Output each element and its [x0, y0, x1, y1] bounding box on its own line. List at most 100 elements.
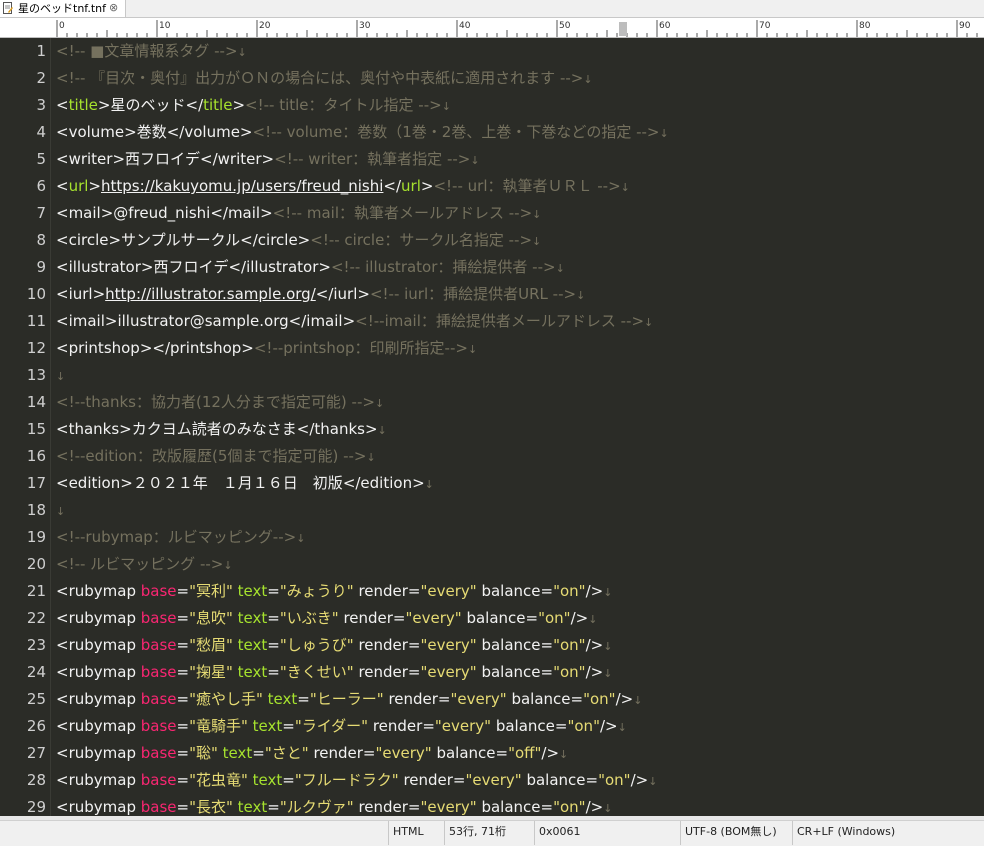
line-content: <imail>illustrator@sample.org</imail><!-… — [56, 308, 653, 336]
line-number: 21 — [26, 582, 46, 600]
ruler-label: 70 — [759, 21, 771, 31]
code-token: = — [267, 582, 280, 600]
code-token: base — [140, 636, 177, 654]
line-content: <rubymap base="花虫竜" text="フルードラク" render… — [56, 767, 657, 795]
line-content: <edition>２０２１年 １月１６日 初版</edition>↓ — [56, 470, 434, 498]
code-line[interactable]: 21 <rubymap base="冥利" text="みょうり" render=… — [0, 578, 984, 605]
line-number: 11 — [26, 312, 46, 330]
code-token: = — [267, 798, 280, 816]
code-token: render= — [338, 609, 406, 627]
code-line[interactable]: 3 <title>星のベッド</title><!-- title：タイトル指定 -… — [0, 92, 984, 119]
eol-marker: ↓ — [617, 721, 627, 734]
code-line[interactable]: 2 <!-- 『目次・奥付』出力がＯＮの場合には、奥付や中表紙に適用されます --… — [0, 65, 984, 92]
code-line[interactable]: 7 <mail>@freud_nishi</mail><!-- mail：執筆者メ… — [0, 200, 984, 227]
eol-marker: ↓ — [56, 370, 66, 383]
code-line[interactable]: 25 <rubymap base="癒やし手" text="ヒーラー" rende… — [0, 686, 984, 713]
code-line[interactable]: 19 <!--rubymap：ルビマッピング-->↓ — [0, 524, 984, 551]
line-content: <rubymap base="聡" text="さと" render="ever… — [56, 740, 568, 768]
ruler-cursor-marker — [619, 22, 627, 36]
code-line[interactable]: 29 <rubymap base="長衣" text="ルクヴァ" render=… — [0, 794, 984, 816]
code-token: "on" — [553, 582, 586, 600]
code-line[interactable]: 14 <!--thanks：協力者(12人分まで指定可能) -->↓ — [0, 389, 984, 416]
code-token: "聡" — [189, 744, 218, 762]
code-line[interactable]: 23 <rubymap base="愁眉" text="しゅうび" render=… — [0, 632, 984, 659]
line-content: <illustrator>西フロイデ</illustrator><!-- ill… — [56, 254, 565, 282]
code-line[interactable]: 22 <rubymap base="息吹" text="いぶき" render="… — [0, 605, 984, 632]
eol-marker: ↓ — [377, 424, 387, 437]
code-line[interactable]: 4 <volume>巻数</volume><!-- volume：巻数（1巻・2巻… — [0, 119, 984, 146]
ruler-label: 40 — [459, 21, 471, 31]
code-token: > — [232, 96, 246, 114]
text-editor[interactable]: 1 <!-- ■文章情報系タグ -->↓ 2 <!-- 『目次・奥付』出力がＯＮの場合… — [0, 38, 984, 816]
code-token: <!-- 『目次・奥付』出力がＯＮの場合には、奥付や中表紙に適用されます --> — [56, 69, 584, 87]
eol-marker: ↓ — [532, 235, 542, 248]
code-token: <writer> — [56, 150, 126, 168]
code-token: title — [68, 96, 98, 114]
code-token: text — [237, 636, 268, 654]
tab-file[interactable]: 星のベッドtnf.tnf ⊗ — [0, 0, 126, 17]
code-token: balance= — [476, 798, 554, 816]
code-token: = — [176, 771, 190, 789]
code-token: = — [176, 798, 190, 816]
line-content: ↓ — [56, 497, 65, 525]
line-number: 10 — [26, 285, 46, 303]
code-line[interactable]: 17 <edition>２０２１年 １月１６日 初版</edition>↓ — [0, 470, 984, 497]
eol-marker: ↓ — [374, 397, 385, 410]
line-number: 17 — [26, 474, 46, 492]
code-line[interactable]: 6 <url>https://kakuyomu.jp/users/freud_ni… — [0, 173, 984, 200]
code-token: <!--imail：挿絵提供者メールアドレス --> — [355, 312, 645, 330]
code-line[interactable]: 27 <rubymap base="聡" text="さと" render="ev… — [0, 740, 984, 767]
eol-marker: ↓ — [366, 451, 376, 464]
code-line[interactable]: 15 <thanks>カクヨム読者のみなさま</thanks>↓ — [0, 416, 984, 443]
code-line[interactable]: 16 <!--edition：改版履歴(5個まで指定可能) -->↓ — [0, 443, 984, 470]
line-number: 13 — [26, 366, 46, 384]
code-token: 巻数 — [136, 123, 167, 141]
ruler-label: 10 — [159, 21, 171, 31]
code-line[interactable]: 18 ↓ — [0, 497, 984, 524]
code-line[interactable]: 1 <!-- ■文章情報系タグ -->↓ — [0, 38, 984, 65]
line-content: <rubymap base="癒やし手" text="ヒーラー" render=… — [56, 686, 642, 714]
line-number: 19 — [26, 528, 46, 546]
code-line[interactable]: 5 <writer>西フロイデ</writer><!-- writer：執筆者指定… — [0, 146, 984, 173]
code-token: <!--printshop：印刷所指定--> — [253, 339, 468, 357]
code-line[interactable]: 11 <imail>illustrator@sample.org</imail><… — [0, 308, 984, 335]
code-token: "ライダー" — [294, 717, 369, 735]
line-content: <rubymap base="掬星" text="きくせい" render="e… — [56, 659, 612, 687]
eol-marker: ↓ — [603, 586, 613, 599]
close-tab-icon[interactable]: ⊗ — [109, 0, 118, 15]
code-token: </circle> — [240, 231, 311, 249]
line-content: <mail>@freud_nishi</mail><!-- mail：執筆者メー… — [56, 200, 541, 228]
status-mode[interactable]: HTML — [388, 821, 443, 845]
code-line[interactable]: 8 <circle>サンプルサークル</circle><!-- circle：サー… — [0, 227, 984, 254]
code-token: text — [252, 771, 283, 789]
code-line[interactable]: 26 <rubymap base="竜騎手" text="ライダー" render… — [0, 713, 984, 740]
code-line[interactable]: 20 <!-- ルビマッピング -->↓ — [0, 551, 984, 578]
code-token: <mail> — [56, 204, 114, 222]
code-token: base — [140, 798, 177, 816]
code-token: </illustrator> — [228, 258, 331, 276]
status-encoding[interactable]: UTF-8 (BOM無し) — [680, 821, 789, 845]
code-line[interactable]: 28 <rubymap base="花虫竜" text="フルードラク" rend… — [0, 767, 984, 794]
ruler-label: 30 — [359, 21, 371, 31]
code-token: = — [176, 636, 190, 654]
hyperlink[interactable]: http://illustrator.sample.org/ — [105, 285, 316, 303]
hyperlink[interactable]: https://kakuyomu.jp/users/freud_nishi — [101, 177, 383, 195]
line-content: ↓ — [56, 362, 65, 390]
tab-bar: 星のベッドtnf.tnf ⊗ — [0, 0, 984, 18]
line-number: 24 — [26, 663, 46, 681]
code-line[interactable]: 9 <illustrator>西フロイデ</illustrator><!-- il… — [0, 254, 984, 281]
status-line-ending[interactable]: CR+LF (Windows) — [792, 821, 917, 845]
code-token: = — [176, 744, 190, 762]
code-line[interactable]: 10 <iurl>http://illustrator.sample.org/</… — [0, 281, 984, 308]
code-token: = — [176, 663, 190, 681]
code-line[interactable]: 12 <printshop></printshop><!--printshop：印… — [0, 335, 984, 362]
ruler-ticks: 0 10 20 30 40 50 60 70 80 90 — [56, 20, 978, 37]
code-token: /> — [585, 636, 604, 654]
status-bar: HTML 53行, 71桁 0x0061 UTF-8 (BOM無し) CR+LF… — [0, 820, 984, 846]
code-token: <rubymap — [56, 582, 141, 600]
code-token: "every" — [465, 771, 522, 789]
code-line[interactable]: 13 ↓ — [0, 362, 984, 389]
code-token: text — [237, 582, 268, 600]
code-line[interactable]: 24 <rubymap base="掬星" text="きくせい" render=… — [0, 659, 984, 686]
code-token: "on" — [553, 798, 586, 816]
